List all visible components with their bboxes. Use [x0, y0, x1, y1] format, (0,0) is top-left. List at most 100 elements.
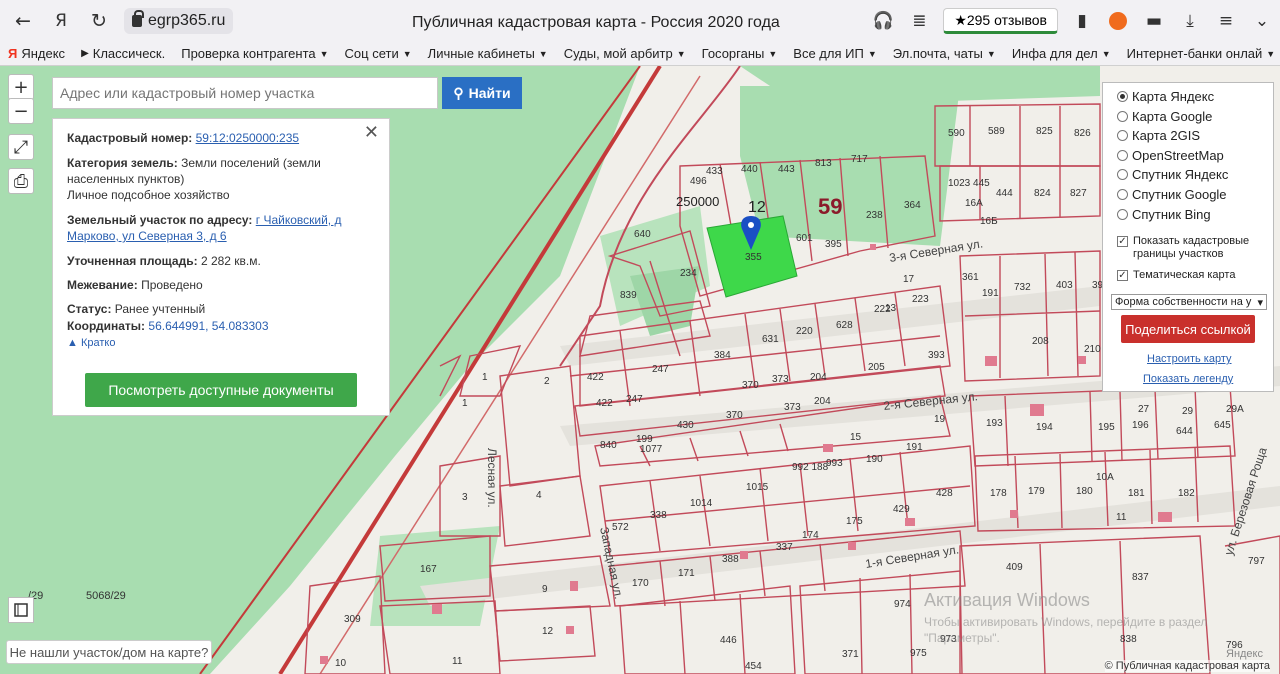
- map-source-option[interactable]: OpenStreetMap: [1117, 148, 1224, 163]
- svg-text:433: 433: [706, 166, 723, 177]
- bookmark-item[interactable]: Эл.почта, чаты ▼: [885, 46, 1004, 61]
- map-source-option[interactable]: Карта Яндекс: [1117, 89, 1214, 104]
- thematic-map-checkbox[interactable]: ✓ Тематическая карта: [1117, 269, 1235, 282]
- cadastral-label: Кадастровый номер:: [67, 131, 193, 145]
- menu-icon[interactable]: ≡: [1208, 11, 1244, 31]
- chevron-down-icon: ▼: [867, 48, 877, 59]
- legend-book-icon[interactable]: [8, 597, 34, 623]
- close-icon[interactable]: ✕: [364, 124, 379, 142]
- svg-text:208: 208: [1032, 336, 1049, 347]
- svg-text:443: 443: [778, 164, 795, 175]
- coords-label: Координаты:: [67, 319, 146, 333]
- svg-text:992 188: 992 188: [792, 462, 829, 473]
- folder-icon[interactable]: ▬: [1136, 11, 1172, 31]
- bookmark-item[interactable]: Интернет-банки онлай ▼: [1119, 46, 1280, 61]
- map-source-option[interactable]: Карта Google: [1117, 109, 1212, 124]
- share-link-button[interactable]: Поделиться ссылкой: [1121, 315, 1255, 343]
- svg-text:2: 2: [544, 376, 550, 387]
- cadastral-number-link[interactable]: 59:12:0250000:235: [196, 131, 299, 145]
- search-button[interactable]: ⚲ Найти: [442, 77, 522, 109]
- svg-text:797: 797: [1248, 556, 1265, 567]
- more-icon[interactable]: ⌄: [1244, 11, 1280, 31]
- thematic-select[interactable]: Форма собственности на у ▾: [1111, 294, 1267, 310]
- reviews-badge[interactable]: ★295 отзывов: [943, 8, 1058, 34]
- svg-text:180: 180: [1076, 486, 1093, 497]
- svg-text:204: 204: [810, 372, 827, 383]
- svg-text:640: 640: [634, 229, 651, 240]
- reload-icon[interactable]: ↻: [84, 6, 114, 36]
- svg-text:840: 840: [600, 440, 617, 451]
- chevron-down-icon: ▼: [1101, 48, 1111, 59]
- svg-text:182: 182: [1178, 488, 1195, 499]
- svg-text:11: 11: [1116, 512, 1127, 523]
- svg-text:193: 193: [986, 418, 1003, 429]
- radio-icon: [1117, 169, 1128, 181]
- bookmark-item[interactable]: Я Яндекс: [0, 46, 73, 61]
- radio-icon: [1117, 189, 1128, 200]
- configure-map-link[interactable]: Настроить карту: [1147, 353, 1232, 365]
- reader-icon[interactable]: ≣: [901, 11, 937, 31]
- address-bar[interactable]: egrp365.ru: [124, 8, 234, 34]
- bookmark-item[interactable]: Личные кабинеты ▼: [420, 46, 556, 61]
- svg-text:9: 9: [542, 584, 548, 595]
- svg-text:572: 572: [612, 522, 629, 533]
- svg-text:234: 234: [680, 268, 697, 279]
- svg-text:422: 422: [596, 398, 613, 409]
- svg-text:409: 409: [1006, 562, 1023, 573]
- downloads-icon[interactable]: ⤓: [1172, 11, 1208, 31]
- map-source-option[interactable]: Спутник Яндекс: [1117, 167, 1228, 182]
- extension-icon[interactable]: [1109, 12, 1127, 30]
- bookmark-item[interactable]: Проверка контрагента ▼: [173, 46, 336, 61]
- coord-label: 5068/29: [86, 590, 126, 602]
- bookmark-item[interactable]: Все для ИП ▼: [785, 46, 884, 61]
- svg-text:717: 717: [851, 154, 868, 165]
- svg-text:732: 732: [1014, 282, 1031, 293]
- svg-text:364: 364: [904, 200, 921, 211]
- map-source-option[interactable]: Спутник Bing: [1117, 207, 1211, 222]
- svg-text:974: 974: [894, 599, 911, 610]
- svg-text:825: 825: [1036, 126, 1053, 137]
- headphones-icon[interactable]: 🎧: [865, 11, 901, 31]
- map-source-option[interactable]: Спутник Google: [1117, 187, 1227, 202]
- ruler-icon[interactable]: ⤢: [8, 134, 34, 160]
- zone-number: 250000: [676, 194, 719, 209]
- yandex-browser-icon[interactable]: Я: [46, 6, 76, 36]
- bookmark-icon[interactable]: ▮: [1064, 11, 1100, 31]
- svg-text:181: 181: [1128, 488, 1145, 499]
- svg-text:27: 27: [1138, 404, 1150, 415]
- bookmarks-bar: Я Яндекс ▶ Классическ. Проверка контрагента ▼…: [0, 42, 1280, 66]
- svg-text:4: 4: [536, 490, 542, 501]
- svg-text:361: 361: [962, 272, 979, 283]
- search-input[interactable]: [52, 77, 438, 109]
- svg-text:1077: 1077: [640, 444, 663, 455]
- status-label: Статус:: [67, 302, 112, 316]
- svg-text:429: 429: [893, 504, 910, 515]
- coords-value[interactable]: 56.644991, 54.083303: [148, 319, 268, 333]
- chevron-down-icon: ▼: [319, 48, 329, 59]
- svg-text:12: 12: [542, 626, 554, 637]
- page-title: Публичная кадастровая карта - Россия 202…: [412, 14, 780, 31]
- bookmark-item[interactable]: Соц сети ▼: [337, 46, 420, 61]
- view-documents-button[interactable]: Посмотреть доступные документы: [85, 373, 357, 407]
- collapse-link[interactable]: ▲ Кратко: [67, 335, 115, 351]
- show-borders-checkbox[interactable]: ✓ Показать кадастровые границы участков: [1117, 235, 1267, 261]
- map-source-option[interactable]: Карта 2GIS: [1117, 128, 1200, 143]
- bookmark-item[interactable]: Инфа для дел ▼: [1004, 46, 1119, 61]
- svg-text:247: 247: [626, 394, 643, 405]
- not-found-link[interactable]: Не нашли участок/дом на карте?: [6, 640, 212, 664]
- svg-text:16Б: 16Б: [980, 216, 998, 227]
- show-legend-link[interactable]: Показать легенду: [1143, 373, 1233, 385]
- print-icon[interactable]: ⎙: [8, 168, 34, 194]
- svg-text:190: 190: [866, 454, 883, 465]
- address-label: Земельный участок по адресу:: [67, 213, 253, 227]
- svg-text:1: 1: [482, 372, 488, 383]
- bookmark-item[interactable]: Госорганы ▼: [694, 46, 786, 61]
- svg-text:247: 247: [652, 364, 669, 375]
- zoom-in-button[interactable]: +: [8, 74, 34, 100]
- bookmark-item[interactable]: ▶ Классическ.: [73, 46, 173, 61]
- zoom-out-button[interactable]: −: [8, 98, 34, 124]
- svg-text:15: 15: [850, 432, 862, 443]
- status-value: Ранее учтенный: [114, 302, 206, 316]
- back-arrow-icon[interactable]: ←: [8, 6, 38, 36]
- bookmark-item[interactable]: Суды, мой арбитр ▼: [556, 46, 694, 61]
